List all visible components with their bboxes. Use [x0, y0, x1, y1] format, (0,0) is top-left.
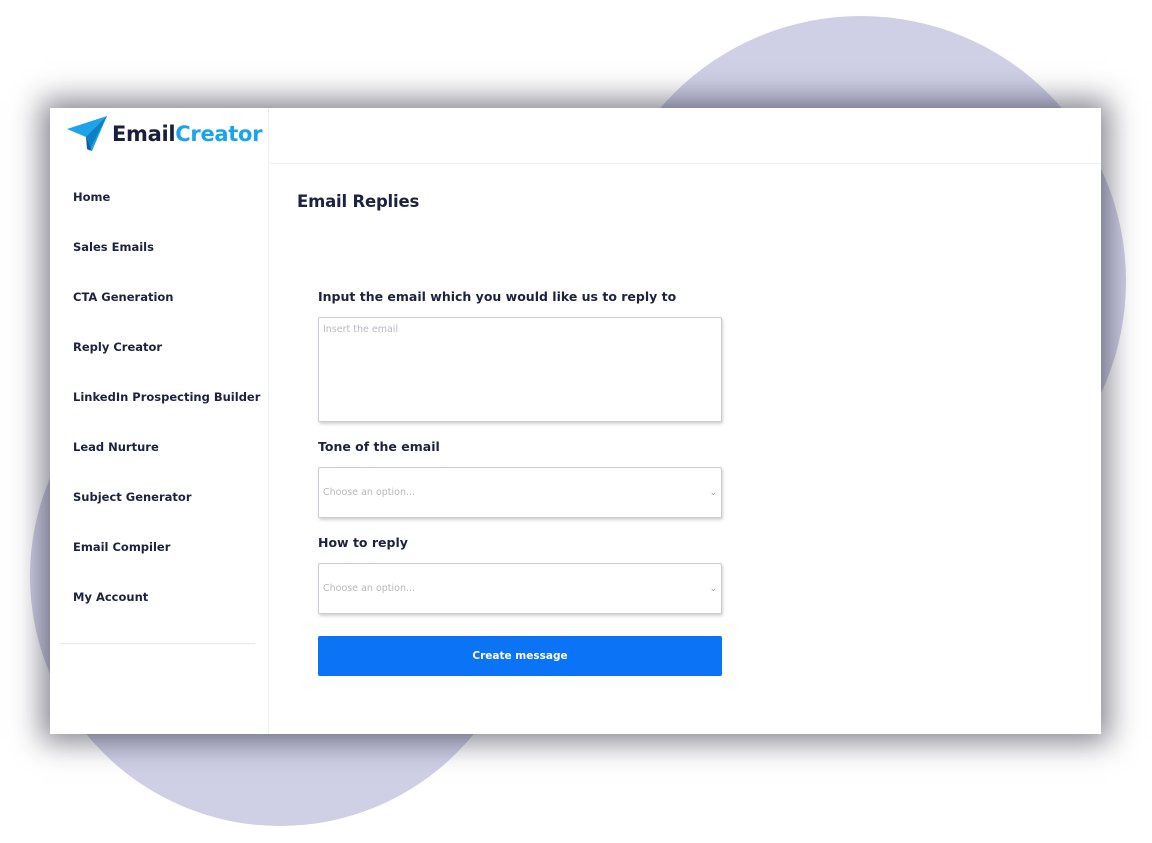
sidebar: EmailCreator Home Sales Emails CTA Gener… — [50, 108, 269, 734]
sidebar-divider — [60, 643, 255, 644]
sidebar-item-linkedin-prospecting-builder[interactable]: LinkedIn Prospecting Builder — [50, 372, 268, 422]
email-input-label: Input the email which you would like us … — [318, 289, 677, 304]
tone-select-value: Choose an option... — [323, 487, 416, 498]
chevron-down-icon: ⌄ — [709, 583, 717, 594]
sidebar-item-home[interactable]: Home — [50, 172, 268, 222]
page-title: Email Replies — [297, 192, 420, 211]
brand-logo[interactable]: EmailCreator — [66, 114, 263, 154]
brand-name: EmailCreator — [112, 122, 263, 146]
reply-select-value: Choose an option... — [323, 583, 416, 594]
sidebar-item-subject-generator[interactable]: Subject Generator — [50, 472, 268, 522]
app-window: EmailCreator Home Sales Emails CTA Gener… — [50, 108, 1101, 734]
sidebar-item-cta-generation[interactable]: CTA Generation — [50, 272, 268, 322]
brand-name-part1: Email — [112, 122, 176, 146]
tone-select[interactable]: Choose an option... ⌄ — [318, 467, 722, 518]
sidebar-item-email-compiler[interactable]: Email Compiler — [50, 522, 268, 572]
reply-label: How to reply — [318, 535, 408, 550]
sidebar-item-sales-emails[interactable]: Sales Emails — [50, 222, 268, 272]
brand-name-part2: Creator — [175, 122, 263, 146]
paper-plane-icon — [67, 116, 107, 151]
sidebar-item-lead-nurture[interactable]: Lead Nurture — [50, 422, 268, 472]
email-input[interactable] — [318, 317, 722, 422]
create-message-button[interactable]: Create message — [318, 636, 722, 676]
reply-select[interactable]: Choose an option... ⌄ — [318, 563, 722, 614]
sidebar-item-my-account[interactable]: My Account — [50, 572, 268, 622]
sidebar-item-reply-creator[interactable]: Reply Creator — [50, 322, 268, 372]
tone-label: Tone of the email — [318, 439, 440, 454]
top-bar — [269, 108, 1101, 164]
chevron-down-icon: ⌄ — [709, 487, 717, 498]
sidebar-nav: Home Sales Emails CTA Generation Reply C… — [50, 172, 268, 622]
